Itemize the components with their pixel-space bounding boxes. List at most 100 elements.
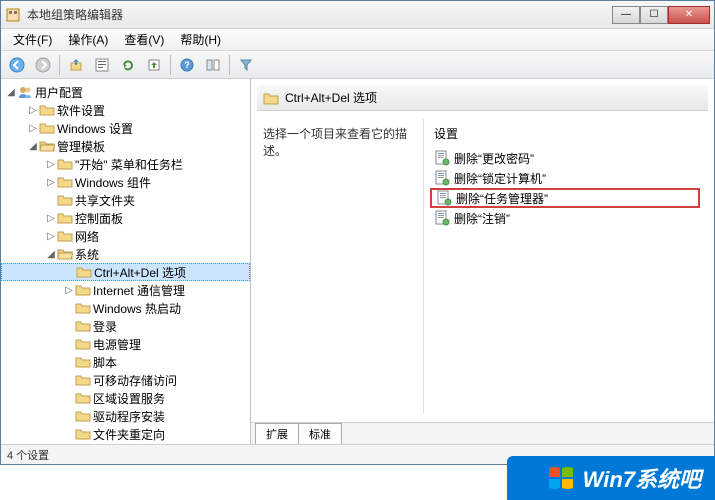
policy-icon (434, 150, 450, 166)
details-title: Ctrl+Alt+Del 选项 (285, 89, 377, 106)
tree-item[interactable]: 登录 (1, 317, 250, 335)
tree-toggle-icon[interactable]: ▷ (45, 213, 57, 224)
description-column: 选择一个项目来查看它的描述。 (259, 119, 424, 414)
tree-toggle-icon[interactable]: ▷ (27, 105, 39, 116)
toolbar-separator (59, 55, 60, 75)
settings-header[interactable]: 设置 (430, 123, 700, 148)
tree-item[interactable]: ▷软件设置 (1, 101, 250, 119)
menu-help[interactable]: 帮助(H) (172, 29, 229, 50)
filter-button[interactable] (234, 54, 258, 76)
content-area: ◢ 用户配置 ▷软件设置▷Windows 设置 ◢ 管理模板▷"开始" 菜单和任务栏… (1, 79, 714, 444)
tree-item[interactable]: ▷"开始" 菜单和任务栏 (1, 155, 250, 173)
setting-item[interactable]: 删除“锁定计算机” (430, 168, 700, 188)
tree-item[interactable]: ▷ 网络 (1, 227, 250, 245)
tree-item[interactable]: ◢ 管理模板 (1, 137, 250, 155)
folder-icon (57, 247, 73, 261)
tree-label: 共享文件夹 (75, 192, 135, 209)
tree-item[interactable]: ▷ Windows 组件 (1, 173, 250, 191)
tree-label: 系统 (75, 246, 99, 263)
tree-toggle-icon[interactable]: ▷ (45, 231, 57, 242)
folder-icon (57, 193, 73, 207)
menu-file[interactable]: 文件(F) (5, 29, 60, 50)
tree-item[interactable]: 可移动存储访问 (1, 371, 250, 389)
folder-icon (57, 211, 73, 225)
tree-toggle-icon[interactable]: ◢ (27, 141, 39, 152)
folder-icon (76, 265, 92, 279)
back-button[interactable] (5, 54, 29, 76)
description-text: 选择一个项目来查看它的描述。 (263, 127, 407, 158)
export-button[interactable] (142, 54, 166, 76)
refresh-button[interactable] (116, 54, 140, 76)
tab-extended[interactable]: 扩展 (255, 423, 299, 444)
tree-toggle-icon[interactable]: ▷ (45, 159, 57, 170)
close-button[interactable]: ✕ (668, 6, 710, 24)
folder-icon (57, 229, 73, 243)
tree-item[interactable]: 区域设置服务 (1, 389, 250, 407)
watermark: Win7系统吧 (507, 456, 715, 500)
tree-item[interactable]: ◢ 系统 (1, 245, 250, 263)
setting-item[interactable]: 删除“任务管理器” (430, 188, 700, 208)
tree-item[interactable]: 脚本 (1, 353, 250, 371)
windows-logo-icon (547, 464, 575, 492)
app-window: 本地组策略编辑器 — ☐ ✕ 文件(F) 操作(A) 查看(V) 帮助(H) ?… (0, 0, 715, 465)
menu-action[interactable]: 操作(A) (60, 29, 116, 50)
tree-label: Ctrl+Alt+Del 选项 (94, 264, 186, 281)
policy-icon (436, 190, 452, 206)
setting-label: 删除“锁定计算机” (454, 170, 546, 187)
tree-toggle-icon[interactable]: ▷ (45, 177, 57, 188)
setting-item[interactable]: 删除“注销” (430, 208, 700, 228)
tree-label: 区域设置服务 (93, 390, 165, 407)
tree-root-user-config[interactable]: ◢ 用户配置 (1, 83, 250, 101)
folder-icon (75, 373, 91, 387)
tree-toggle-icon[interactable]: ◢ (45, 249, 57, 260)
tree-item[interactable]: ▷Internet 通信管理 (1, 281, 250, 299)
tree-item[interactable]: ▷Windows 设置 (1, 119, 250, 137)
forward-button[interactable] (31, 54, 55, 76)
folder-icon (75, 337, 91, 351)
tree-label: 可移动存储访问 (93, 372, 177, 389)
titlebar: 本地组策略编辑器 — ☐ ✕ (1, 1, 714, 29)
window-controls: — ☐ ✕ (612, 6, 710, 24)
tree-item[interactable]: 文件夹重定向 (1, 425, 250, 443)
tree-label: 文件夹重定向 (93, 426, 165, 443)
menu-view[interactable]: 查看(V) (116, 29, 172, 50)
tree-item[interactable]: Windows 热启动 (1, 299, 250, 317)
tree-label: 管理模板 (57, 138, 105, 155)
tree-label: 驱动程序安装 (93, 408, 165, 425)
properties-button[interactable] (90, 54, 114, 76)
folder-icon (75, 283, 91, 297)
toolbar: ? (1, 51, 714, 79)
folder-icon (75, 409, 91, 423)
help-button[interactable]: ? (175, 54, 199, 76)
collapse-icon[interactable]: ◢ (5, 87, 17, 98)
tree-item[interactable]: Ctrl+Alt+Del 选项 (1, 263, 250, 281)
up-button[interactable] (64, 54, 88, 76)
tab-standard[interactable]: 标准 (298, 423, 342, 444)
folder-icon (39, 121, 55, 135)
tree-item[interactable]: 驱动程序安装 (1, 407, 250, 425)
policy-icon (434, 170, 450, 186)
tree-panel[interactable]: ◢ 用户配置 ▷软件设置▷Windows 设置 ◢ 管理模板▷"开始" 菜单和任务栏… (1, 79, 251, 444)
tree-label: Windows 热启动 (93, 300, 181, 317)
show-hide-button[interactable] (201, 54, 225, 76)
tree-item[interactable]: ▷控制面板 (1, 209, 250, 227)
folder-icon (75, 301, 91, 315)
minimize-button[interactable]: — (612, 6, 640, 24)
details-panel: Ctrl+Alt+Del 选项 选择一个项目来查看它的描述。 设置 删除“更改密… (251, 79, 714, 444)
tree-label: Windows 组件 (75, 174, 151, 191)
setting-label: 删除“注销” (454, 210, 510, 227)
tree-label: 网络 (75, 228, 99, 245)
folder-icon (39, 139, 55, 153)
details-header: Ctrl+Alt+Del 选项 (257, 85, 708, 111)
maximize-button[interactable]: ☐ (640, 6, 668, 24)
tree-item[interactable]: 电源管理 (1, 335, 250, 353)
menubar: 文件(F) 操作(A) 查看(V) 帮助(H) (1, 29, 714, 51)
tree-toggle-icon[interactable]: ▷ (63, 285, 75, 296)
tree-item[interactable]: 共享文件夹 (1, 191, 250, 209)
folder-icon (75, 319, 91, 333)
tree-label: 脚本 (93, 354, 117, 371)
setting-item[interactable]: 删除“更改密码” (430, 148, 700, 168)
user-config-icon (17, 85, 33, 99)
tree-toggle-icon[interactable]: ▷ (27, 123, 39, 134)
tree-label: 登录 (93, 318, 117, 335)
